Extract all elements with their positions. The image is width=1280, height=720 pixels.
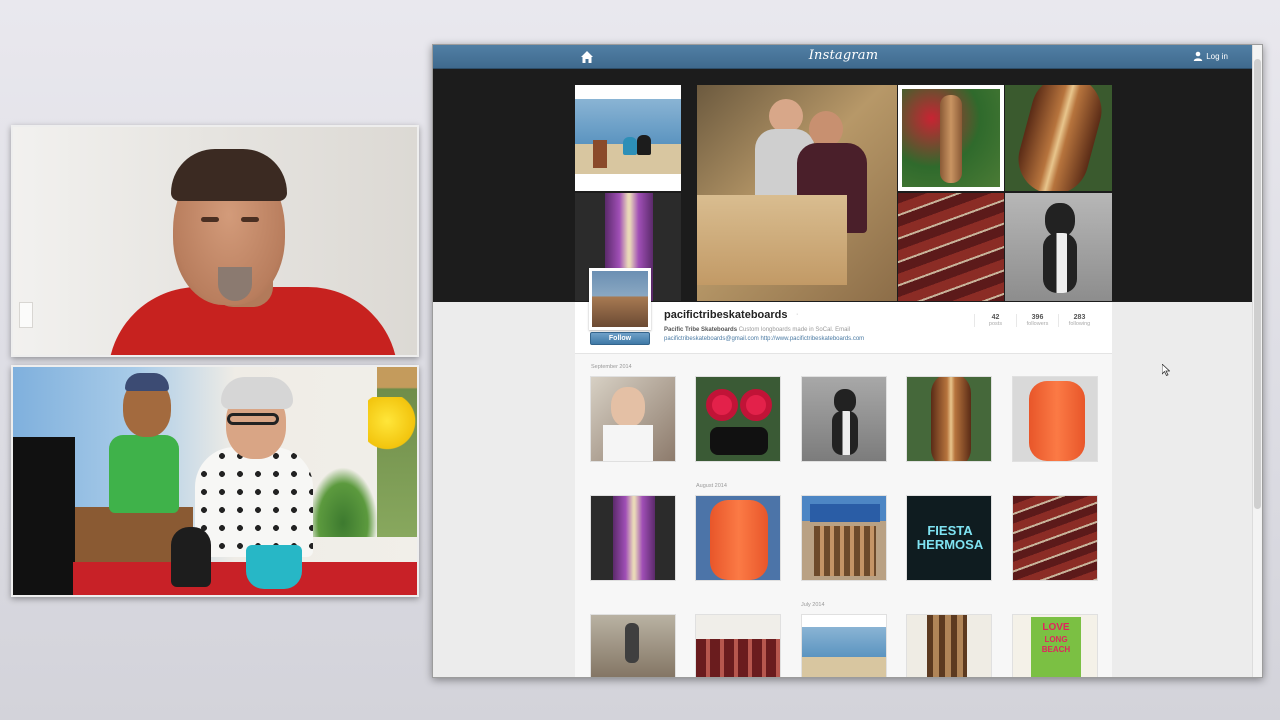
- follow-button[interactable]: Follow: [590, 332, 650, 345]
- post-thumb-orange-board[interactable]: [1012, 376, 1098, 462]
- instagram-logo[interactable]: Instagram: [433, 48, 1254, 63]
- browser-window: Instagram Log in Follow pacifictribeskat…: [432, 44, 1263, 678]
- post-thumb-red-boards[interactable]: [695, 614, 781, 677]
- profile-card: Follow pacifictribeskateboards · Pacific…: [575, 268, 1112, 354]
- user-icon: [1194, 51, 1203, 61]
- hero-tile-cat[interactable]: [1005, 193, 1112, 301]
- post-thumb-beach[interactable]: [801, 614, 887, 677]
- webcam-guest-panel: [11, 365, 419, 597]
- post-thumb-fiesta-hermosa[interactable]: FIESTA HERMOSA: [906, 495, 992, 581]
- stat-followers[interactable]: 396 followers: [1016, 314, 1058, 327]
- fiesta-line-2: HERMOSA: [916, 537, 984, 552]
- hero-tile-beach-couple[interactable]: [575, 85, 681, 191]
- browser-scrollbar[interactable]: [1252, 45, 1262, 677]
- guest-hair: [221, 377, 293, 409]
- month-header-september: September 2014: [591, 364, 632, 370]
- teal-mug: [246, 545, 302, 589]
- stat-following-count: 283: [1073, 314, 1086, 321]
- post-thumb-board-pile[interactable]: [1012, 495, 1098, 581]
- plant: [308, 467, 378, 537]
- hero-tile-roses-board[interactable]: [898, 85, 1004, 191]
- hero-collage: [575, 85, 1112, 301]
- mouse-cursor-icon: [1162, 364, 1170, 376]
- post-thumb-orange-deck[interactable]: [695, 495, 781, 581]
- post-thumb-skater-beach[interactable]: [590, 614, 676, 677]
- login-label: Log in: [1206, 51, 1228, 61]
- month-header-august: August 2014: [696, 483, 727, 489]
- hero-tile-wood-longboard[interactable]: [1005, 85, 1112, 191]
- stat-followers-label: followers: [1026, 321, 1049, 327]
- login-link[interactable]: Log in: [1193, 51, 1228, 61]
- host-eye-left: [201, 217, 219, 222]
- stat-followers-count: 396: [1031, 314, 1044, 321]
- bio-website-link[interactable]: http://www.pacifictribeskateboards.com: [760, 336, 864, 342]
- host-beard: [218, 267, 252, 301]
- stat-posts-label: posts: [988, 321, 1003, 327]
- hero-tile-skateboard-pile[interactable]: [898, 193, 1004, 301]
- post-thumb-old-man[interactable]: [590, 376, 676, 462]
- post-thumb-wood-deck[interactable]: [906, 376, 992, 462]
- stat-posts[interactable]: 42 posts: [974, 314, 1016, 327]
- post-thumb-purple-deck[interactable]: [590, 495, 676, 581]
- wall-switch: [19, 302, 33, 328]
- stat-posts-count: 42: [991, 314, 1000, 321]
- computer-monitor: [13, 437, 75, 595]
- scrollbar-thumb[interactable]: [1254, 59, 1261, 509]
- stat-following[interactable]: 283 following: [1058, 314, 1100, 327]
- post-thumb-cat[interactable]: [801, 376, 887, 462]
- host-eye-right: [241, 217, 259, 222]
- profile-hero-band: [433, 69, 1254, 302]
- post-thumb-workshop[interactable]: [906, 614, 992, 677]
- guest-glasses: [227, 413, 279, 425]
- post-thumb-love-beach-poster[interactable]: LOVE LONG BEACH: [1012, 614, 1098, 677]
- hero-tile-woodshop[interactable]: [697, 85, 897, 301]
- profile-stats: 42 posts 396 followers 283 following: [974, 314, 1100, 327]
- bio-name: Pacific Tribe Skateboards: [664, 327, 738, 333]
- month-header-july: July 2014: [801, 602, 825, 608]
- profile-username: pacifictribeskateboards: [664, 309, 788, 321]
- puppet-body: [109, 435, 179, 513]
- yellow-flowers: [368, 397, 416, 457]
- fiesta-line-1: FIESTA: [927, 523, 973, 538]
- post-thumb-booth[interactable]: [801, 495, 887, 581]
- bio-text: Custom longboards made in SoCal. Email: [738, 327, 851, 333]
- profile-bio: Pacific Tribe Skateboards Custom longboa…: [664, 326, 934, 344]
- username-dot: ·: [796, 311, 799, 318]
- profile-feed: Follow pacifictribeskateboards · Pacific…: [575, 268, 1112, 677]
- guest-jacket: [195, 447, 313, 557]
- puppet-hat: [125, 373, 169, 391]
- profile-avatar[interactable]: [589, 268, 651, 330]
- love-line-2: LONG: [1044, 635, 1068, 644]
- instagram-header: Instagram Log in: [433, 45, 1254, 69]
- microphone: [171, 527, 211, 587]
- bio-email-link[interactable]: pacifictribeskateboards@gmail.com: [664, 336, 759, 342]
- love-line-3: BEACH: [1041, 645, 1071, 654]
- stat-following-label: following: [1068, 321, 1091, 327]
- post-thumb-red-wheels[interactable]: [695, 376, 781, 462]
- host-hair: [171, 149, 287, 201]
- webcam-host-panel: [11, 125, 419, 357]
- love-line-1: LOVE: [1042, 622, 1070, 633]
